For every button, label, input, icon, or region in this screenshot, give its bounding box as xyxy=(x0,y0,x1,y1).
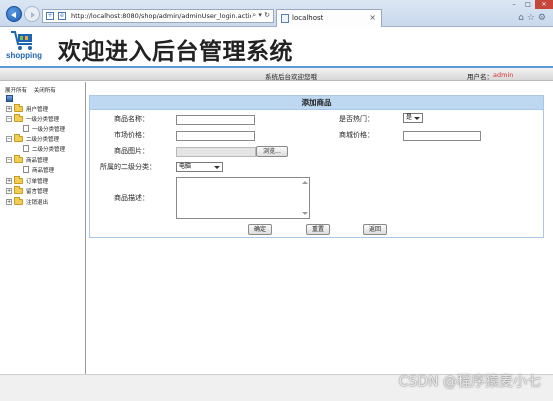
sidebar-item-label: 用户管理 xyxy=(26,106,49,113)
description-textarea[interactable] xyxy=(176,177,310,219)
sidebar-item-message-management[interactable]: + 留言管理 xyxy=(6,185,49,195)
sidebar-item-label: 留言管理 xyxy=(26,188,49,195)
sidebar-item-label: 一级分类管理 xyxy=(32,126,66,133)
add-product-form: 添加商品 商品名称： 是否热门： 是 市场价格： 商城价格： 商品图片： 浏览.… xyxy=(89,95,544,238)
folder-icon xyxy=(14,185,23,194)
tree-toggle-links: 展开所有 关闭所有 xyxy=(5,86,61,94)
folder-open-icon xyxy=(14,154,23,163)
sidebar-item-category-level1-page[interactable]: 一级分类管理 xyxy=(23,124,65,133)
scroll-up-icon[interactable] xyxy=(302,181,308,184)
browser-toolbar: + e http://localhost:8080/shop/admin/adm… xyxy=(0,0,553,27)
market-price-label: 市场价格： xyxy=(114,131,149,139)
forward-arrow-icon[interactable] xyxy=(24,6,40,22)
collapse-minus-icon[interactable]: − xyxy=(6,115,12,122)
sidebar-menu-tree: 展开所有 关闭所有 + 用户管理 − 一级分类管理 一级分类管理 − 二级分类管… xyxy=(0,82,86,374)
category-value: 电脑 xyxy=(179,163,192,170)
sidebar-item-label: 一级分类管理 xyxy=(26,116,60,123)
is-hot-value: 是 xyxy=(406,114,413,121)
reset-button[interactable]: 重置 xyxy=(306,224,330,235)
folder-icon xyxy=(14,103,23,112)
username-label: 用户名： xyxy=(467,73,493,81)
compatibility-icon[interactable]: + xyxy=(46,12,54,20)
form-title: 添加商品 xyxy=(90,96,543,110)
settings-gear-icon[interactable]: ⚙ xyxy=(538,13,549,23)
page-icon xyxy=(23,166,29,173)
browser-tab[interactable]: localhost × xyxy=(276,9,382,27)
confirm-button[interactable]: 确定 xyxy=(248,224,272,235)
welcome-text: 系统后台欢迎您哦 xyxy=(265,73,317,81)
sidebar-item-product-management-page[interactable]: 商品管理 xyxy=(23,165,54,174)
sidebar-item-label: 订单管理 xyxy=(26,178,49,185)
home-icon[interactable]: ⌂ xyxy=(518,13,527,23)
collapse-minus-icon[interactable]: − xyxy=(6,156,12,163)
back-button[interactable]: 返回 xyxy=(363,224,387,235)
category-select[interactable]: 电脑 xyxy=(176,162,223,172)
address-bar-tools[interactable]: ⌕ ▾ ↻ xyxy=(252,11,270,20)
status-bar: 系统后台欢迎您哦 用户名： admin xyxy=(0,68,553,81)
expand-all-link[interactable]: 展开所有 xyxy=(5,88,27,94)
browser-tools: ⌂☆⚙ xyxy=(518,13,549,23)
sidebar-item-order-management[interactable]: + 订单管理 xyxy=(6,175,49,185)
shopping-cart-logo-icon xyxy=(11,31,32,50)
category-label: 所属的二级分类： xyxy=(100,163,156,171)
sidebar-item-label: 商品管理 xyxy=(32,167,55,174)
expand-plus-icon[interactable]: + xyxy=(6,105,12,112)
sidebar-item-product-management[interactable]: − 商品管理 xyxy=(6,154,49,164)
product-name-input[interactable] xyxy=(176,115,255,125)
sidebar-item-label: 二级分类管理 xyxy=(32,146,66,153)
shop-price-input[interactable] xyxy=(403,131,481,141)
tab-title: localhost xyxy=(292,14,324,22)
collapse-all-link[interactable]: 关闭所有 xyxy=(34,88,56,94)
is-hot-label: 是否热门： xyxy=(339,115,374,123)
expand-plus-icon[interactable]: + xyxy=(6,187,12,194)
product-name-label: 商品名称： xyxy=(114,115,149,123)
collapse-minus-icon[interactable]: − xyxy=(6,135,12,142)
sidebar-item-label: 注销退出 xyxy=(26,199,49,206)
shop-price-label: 商城价格： xyxy=(339,131,374,139)
page-icon xyxy=(23,125,29,132)
is-hot-select[interactable]: 是 xyxy=(403,113,423,123)
page-title: 欢迎进入后台管理系统 xyxy=(58,39,293,65)
logo-text: shopping xyxy=(6,51,42,60)
page-icon xyxy=(23,145,29,152)
sidebar-item-category-level2-page[interactable]: 二级分类管理 xyxy=(23,144,65,153)
address-bar-url[interactable]: http://localhost:8080/shop/admin/adminUs… xyxy=(71,12,251,20)
sidebar-item-category-level1[interactable]: − 一级分类管理 xyxy=(6,113,60,123)
sidebar-item-label: 二级分类管理 xyxy=(26,136,60,143)
watermark-text: CSDN @程序猿麦小七 xyxy=(398,374,541,390)
folder-icon xyxy=(14,175,23,184)
minimize-icon[interactable]: – xyxy=(507,0,521,9)
tree-root-icon xyxy=(6,95,13,102)
sidebar-item-label: 商品管理 xyxy=(26,157,49,164)
description-label: 商品描述： xyxy=(114,194,149,202)
maximize-icon[interactable]: □ xyxy=(521,0,535,9)
tab-close-icon[interactable]: × xyxy=(369,13,376,22)
folder-open-icon xyxy=(14,133,23,142)
username-value: admin xyxy=(493,71,514,79)
market-price-input[interactable] xyxy=(176,131,255,141)
favorites-star-icon[interactable]: ☆ xyxy=(527,13,538,23)
window-controls: – □ ✕ xyxy=(507,0,553,9)
scroll-down-icon[interactable] xyxy=(302,212,308,215)
sidebar-item-user-management[interactable]: + 用户管理 xyxy=(6,103,49,113)
expand-plus-icon[interactable]: + xyxy=(6,177,12,184)
address-bar[interactable]: + e http://localhost:8080/shop/admin/adm… xyxy=(42,9,274,23)
ie-page-icon: e xyxy=(58,12,66,20)
expand-plus-icon[interactable]: + xyxy=(6,198,12,205)
page-icon xyxy=(281,14,289,23)
back-arrow-icon[interactable] xyxy=(6,6,22,22)
folder-icon xyxy=(14,196,23,205)
site-header: shopping 欢迎进入后台管理系统 xyxy=(0,27,553,66)
product-image-label: 商品图片： xyxy=(114,147,149,155)
folder-open-icon xyxy=(14,113,23,122)
close-window-icon[interactable]: ✕ xyxy=(535,0,553,9)
browse-button[interactable]: 浏览... xyxy=(256,146,288,157)
sidebar-item-category-level2[interactable]: − 二级分类管理 xyxy=(6,133,60,143)
sidebar-item-logout[interactable]: + 注销退出 xyxy=(6,196,49,206)
image-file-path[interactable] xyxy=(176,147,256,157)
